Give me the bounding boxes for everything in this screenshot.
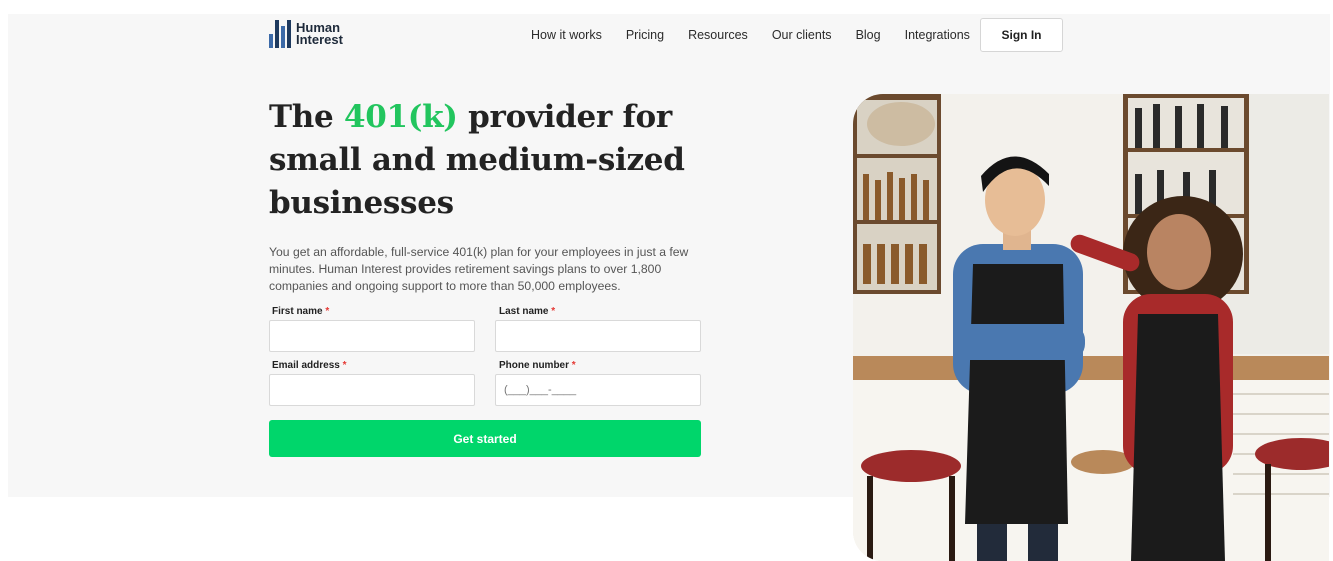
nav-how-it-works[interactable]: How it works <box>531 28 602 42</box>
hero-headline: The 401(k) provider for small and medium… <box>269 96 709 225</box>
required-mark: * <box>551 306 556 317</box>
last-name-input[interactable] <box>495 320 701 352</box>
phone-label-text: Phone number <box>499 360 570 371</box>
nav-resources[interactable]: Resources <box>688 28 748 42</box>
main-nav: How it works Pricing Resources Our clien… <box>531 28 970 42</box>
sign-in-button[interactable]: Sign In <box>980 18 1063 52</box>
hero-photo <box>853 94 1329 561</box>
photo-two-baristas-icon <box>853 94 1329 561</box>
headline-part-1: The <box>269 99 344 135</box>
hero-subtitle: You get an affordable, full-service 401(… <box>269 245 689 293</box>
phone-input[interactable] <box>495 374 701 406</box>
brand-logo[interactable]: Human Interest <box>269 20 343 48</box>
nav-pricing[interactable]: Pricing <box>626 28 664 42</box>
email-label: Email address * <box>272 360 347 371</box>
required-mark: * <box>325 306 330 317</box>
nav-integrations[interactable]: Integrations <box>905 28 970 42</box>
required-mark: * <box>342 360 347 371</box>
phone-label: Phone number * <box>499 360 576 371</box>
logo-line-2: Interest <box>296 32 343 47</box>
required-mark: * <box>571 360 576 371</box>
nav-our-clients[interactable]: Our clients <box>772 28 832 42</box>
email-label-text: Email address <box>272 360 340 371</box>
headline-accent: 401(k) <box>343 99 458 135</box>
get-started-button[interactable]: Get started <box>269 420 701 457</box>
nav-blog[interactable]: Blog <box>856 28 881 42</box>
first-name-label-text: First name <box>272 306 323 317</box>
logo-wordmark: Human Interest <box>296 21 343 47</box>
first-name-label: First name * <box>272 306 329 317</box>
last-name-label: Last name * <box>499 306 555 317</box>
logo-mark-icon <box>269 20 291 48</box>
email-input[interactable] <box>269 374 475 406</box>
last-name-label-text: Last name <box>499 306 549 317</box>
first-name-input[interactable] <box>269 320 475 352</box>
